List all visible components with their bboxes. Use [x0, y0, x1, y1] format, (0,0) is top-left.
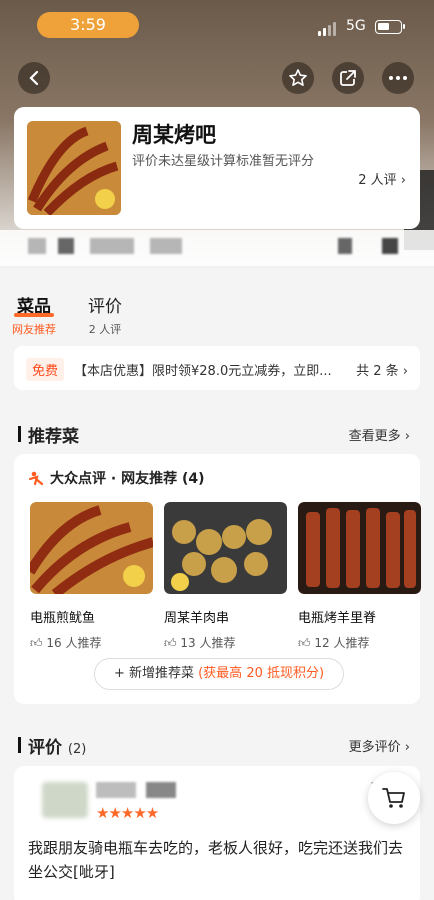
- share-button[interactable]: [332, 62, 364, 94]
- status-time: 3:59: [37, 12, 139, 38]
- blurred-username: [96, 782, 136, 798]
- dish-name: 周某羊肉串: [164, 611, 230, 626]
- recommend-source: 大众点评 · 网友推荐 (4): [28, 468, 204, 488]
- dish-card[interactable]: 电瓶煎鱿鱼 👍︎ 16 人推荐: [25, 502, 155, 651]
- blurred-username: [146, 782, 176, 798]
- review-count-link[interactable]: 2 人评 ›: [358, 169, 406, 188]
- reviews-title: 评价 (2): [28, 733, 86, 758]
- dish-likes: 👍︎ 13 人推荐: [164, 634, 287, 651]
- recommend-card: 大众点评 · 网友推荐 (4) 电瓶煎鱿鱼 👍︎ 16 人推荐 周某羊肉串 👍︎…: [14, 454, 421, 704]
- free-tag: 免费: [26, 358, 65, 381]
- dish-card[interactable]: 周某羊肉串 👍︎ 13 人推荐: [164, 502, 287, 651]
- shop-name: 周某烤吧: [132, 123, 216, 147]
- network-label: 5G: [346, 18, 366, 34]
- rating-stars: ★★★★★: [96, 804, 159, 822]
- dish-card[interactable]: 电瓶烤羊里脊 👍︎ 12 人推荐: [298, 502, 421, 651]
- add-recommend-label: + 新增推荐菜: [113, 666, 194, 681]
- tab-reviews-label: 评价: [88, 297, 122, 317]
- rating-note: 评价未达星级计算标准暂无评分: [132, 154, 315, 169]
- tab-reviews-sub: 2 人评: [88, 323, 122, 336]
- dish-likes-text: 12 人推荐: [314, 636, 370, 650]
- review-text: 我跟朋友骑电瓶车去吃的，老板人很好，吃完还送我们去坐公交[呲牙]: [28, 839, 404, 881]
- coupon-count: 共 2 条 ›: [356, 364, 408, 379]
- dianping-icon: [28, 471, 44, 486]
- signal-icon: [318, 22, 336, 36]
- shop-thumbnail[interactable]: [27, 121, 121, 215]
- status-bar: 3:59 5G: [0, 0, 434, 50]
- dish-image: [25, 502, 155, 598]
- dish-likes-text: 13 人推荐: [180, 636, 236, 650]
- recommend-section-header: 推荐菜 查看更多 ›: [14, 422, 420, 447]
- favorite-button[interactable]: [282, 62, 314, 94]
- cart-icon: [382, 788, 405, 808]
- add-recommend-dish-button[interactable]: + 新增推荐菜 (获最高 20 抵现积分): [94, 658, 344, 690]
- back-button[interactable]: [18, 62, 50, 94]
- thumbs-up-icon: 👍︎: [30, 636, 43, 650]
- view-more-link[interactable]: 查看更多 ›: [349, 425, 410, 444]
- reviews-section-header: 评价 (2) 更多评价 ›: [14, 733, 420, 758]
- add-recommend-bonus: (获最高 20 抵现积分): [198, 666, 325, 681]
- dish-name: 电瓶煎鱿鱼: [30, 611, 96, 626]
- blurred-info-row: [0, 230, 434, 266]
- recommend-title: 推荐菜: [28, 427, 79, 447]
- recommend-source-label: 大众点评 · 网友推荐 (4): [50, 471, 205, 487]
- cart-button[interactable]: [368, 772, 420, 824]
- more-reviews-link[interactable]: 更多评价 ›: [349, 736, 410, 755]
- dish-image: [298, 502, 421, 594]
- dish-likes: 👍︎ 12 人推荐: [298, 634, 421, 651]
- avatar: [42, 782, 88, 818]
- dish-likes: 👍︎ 16 人推荐: [30, 634, 153, 651]
- share-icon: [340, 70, 356, 86]
- dish-likes-text: 16 人推荐: [46, 636, 102, 650]
- section-bar: [18, 737, 21, 753]
- review-card[interactable]: ★★★★★ 2/ 我跟朋友骑电瓶车去吃的，老板人很好，吃完还送我们去坐公交[呲牙…: [14, 766, 420, 900]
- dish-image: [164, 502, 287, 594]
- thumbs-up-icon: 👍︎: [164, 636, 177, 650]
- reviews-count: (2): [67, 742, 87, 757]
- reviews-title-label: 评价: [28, 738, 62, 758]
- thumbs-up-icon: 👍︎: [298, 636, 311, 650]
- tab-dishes-sub: 网友推荐: [12, 323, 56, 336]
- dish-name: 电瓶烤羊里脊: [298, 611, 377, 626]
- tab-active-indicator: [14, 313, 54, 317]
- more-dots-icon: [389, 76, 407, 80]
- battery-icon: [375, 20, 405, 34]
- star-icon: [289, 69, 307, 86]
- coupon-banner[interactable]: 免费 【本店优惠】限时领¥28.0元立减券，立即... 共 2 条 ›: [14, 346, 420, 390]
- coupon-text: 【本店优惠】限时领¥28.0元立减券，立即...: [74, 364, 332, 379]
- chevron-left-icon: [29, 70, 39, 86]
- shop-info-card: 周某烤吧 评价未达星级计算标准暂无评分 2 人评 ›: [14, 107, 420, 229]
- section-bar: [18, 426, 21, 442]
- tab-reviews[interactable]: 评价 2 人评: [88, 292, 122, 337]
- more-button[interactable]: [382, 62, 414, 94]
